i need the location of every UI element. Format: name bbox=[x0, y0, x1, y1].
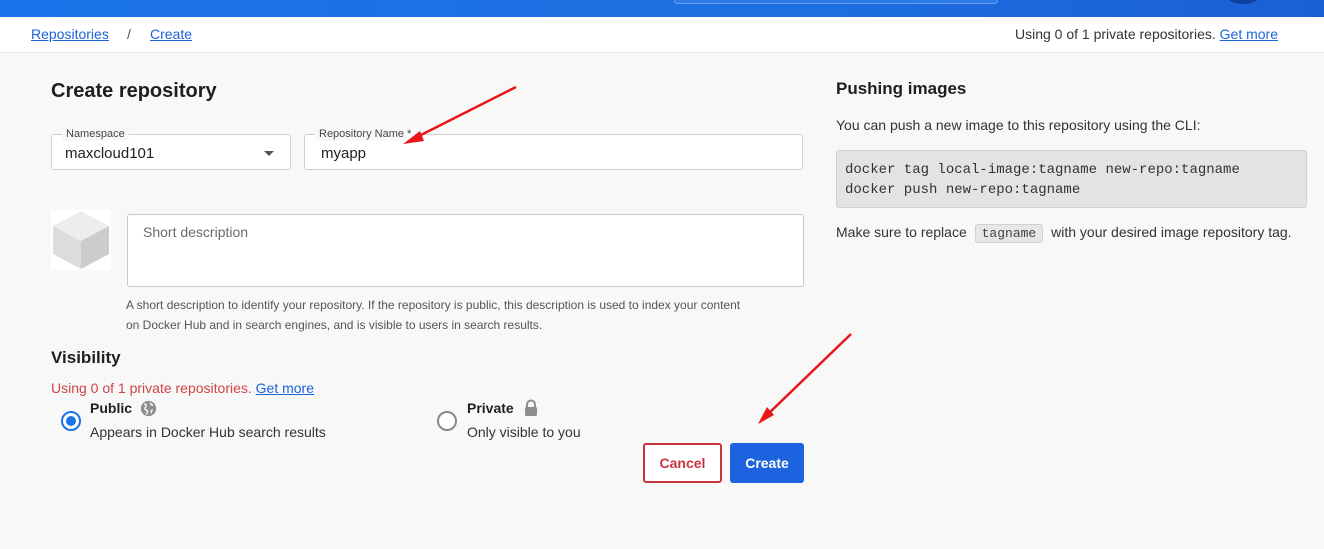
create-button[interactable]: Create bbox=[730, 443, 804, 483]
namespace-select[interactable]: Namespace maxcloud101 bbox=[51, 127, 291, 170]
cube-icon bbox=[51, 210, 111, 270]
visibility-usage-warning: Using 0 of 1 private repositories. Get m… bbox=[51, 380, 314, 396]
private-repo-usage: Using 0 of 1 private repositories. Get m… bbox=[1015, 26, 1278, 42]
pushing-images-intro: You can push a new image to this reposit… bbox=[836, 117, 1201, 133]
repository-name-label: Repository Name * bbox=[315, 127, 416, 141]
private-option-subtitle: Only visible to you bbox=[467, 424, 581, 440]
visibility-heading: Visibility bbox=[51, 348, 121, 367]
cancel-button[interactable]: Cancel bbox=[643, 443, 722, 483]
description-help-line: on Docker Hub and in search engines, and… bbox=[126, 318, 543, 332]
repository-name-input[interactable]: Repository Name * myapp bbox=[304, 127, 803, 170]
replace-tag-hint: Make sure to replace tagname with your d… bbox=[836, 222, 1306, 244]
breadcrumb-repositories-link[interactable]: Repositories bbox=[31, 26, 109, 42]
cli-code-block: docker tag local-image:tagname new-repo:… bbox=[836, 150, 1307, 208]
private-option-title: Private bbox=[467, 400, 514, 416]
page-title: Create repository bbox=[51, 80, 217, 102]
annotation-arrow-create bbox=[758, 333, 852, 424]
visibility-get-more-link[interactable]: Get more bbox=[256, 380, 314, 396]
chevron-down-icon bbox=[264, 151, 274, 156]
replace-hint-after: with your desired image repository tag. bbox=[1051, 224, 1292, 240]
lock-icon bbox=[523, 399, 539, 422]
public-option-title: Public bbox=[90, 400, 133, 416]
code-line: docker tag local-image:tagname new-repo:… bbox=[845, 162, 1240, 178]
pushing-images-heading: Pushing images bbox=[836, 79, 967, 98]
top-navigation-bar bbox=[0, 0, 1324, 17]
visibility-warning-text: Using 0 of 1 private repositories. bbox=[51, 380, 252, 396]
global-search-input[interactable] bbox=[674, 0, 998, 4]
replace-hint-before: Make sure to replace bbox=[836, 224, 967, 240]
short-description-placeholder: Short description bbox=[143, 224, 249, 240]
public-option-subtitle: Appears in Docker Hub search results bbox=[90, 424, 326, 440]
short-description-input[interactable]: Short description bbox=[127, 214, 804, 287]
namespace-label: Namespace bbox=[62, 127, 129, 141]
private-repo-usage-text: Using 0 of 1 private repositories. bbox=[1014, 26, 1216, 42]
description-help-line: A short description to identify your rep… bbox=[126, 298, 741, 312]
namespace-value: maxcloud101 bbox=[65, 145, 155, 162]
code-line: docker push new-repo:tagname bbox=[845, 182, 1081, 198]
private-radio[interactable] bbox=[437, 411, 457, 431]
repository-name-value: myapp bbox=[321, 145, 367, 162]
tagname-chip: tagname bbox=[974, 224, 1044, 243]
globe-icon bbox=[140, 400, 157, 422]
breadcrumb-create-link[interactable]: Create bbox=[150, 26, 192, 42]
breadcrumb-bar: Repositories / Create Using 0 of 1 priva… bbox=[0, 17, 1324, 53]
get-more-link[interactable]: Get more bbox=[1220, 26, 1278, 42]
breadcrumb-separator: / bbox=[127, 26, 131, 42]
user-avatar[interactable] bbox=[1226, 0, 1260, 4]
description-help-text: A short description to identify your rep… bbox=[126, 295, 806, 335]
public-radio[interactable] bbox=[61, 411, 81, 431]
